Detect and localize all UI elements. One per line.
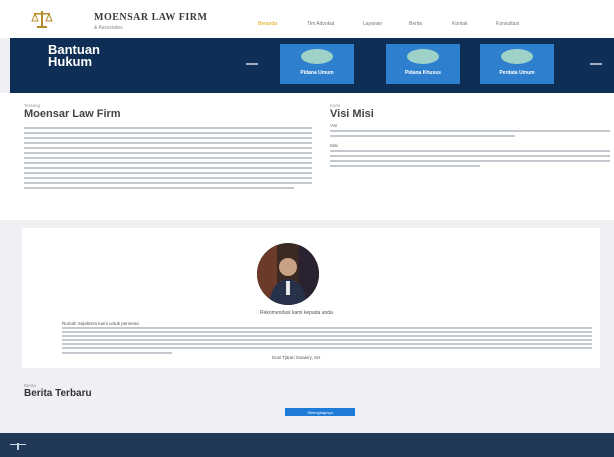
site-footer [0, 433, 614, 457]
service-card-label: Pidana Khusus [404, 70, 442, 76]
scales-of-justice-icon[interactable] [30, 8, 54, 30]
service-card-pidana-umum[interactable]: Pidana Umum [280, 44, 354, 84]
about-title: Moensar Law Firm [24, 108, 121, 120]
testimonial-quote-label: Rumah Sejahtera kami untuk perseran [62, 321, 140, 326]
site-header: MOENSAR LAW FIRM & Associates Beranda Ti… [0, 0, 614, 38]
scales-of-justice-icon [10, 443, 26, 450]
nav-layanan[interactable]: Layanan [363, 21, 382, 27]
nav-beranda[interactable]: Beranda [258, 21, 277, 27]
testimonial-author: Dosi Tjitrari Soewiry, SH [272, 355, 321, 360]
footer-logo [8, 443, 28, 453]
service-icon [407, 49, 439, 64]
lawyer-portrait-avatar [257, 243, 319, 305]
brand-tagline: & Associates [94, 25, 123, 31]
testimonial-caption: Rekomendasi kami kepada anda [260, 310, 333, 316]
arrow-left-icon[interactable] [246, 61, 258, 67]
arrow-right-icon[interactable] [590, 61, 602, 67]
service-card-perdata-umum[interactable]: Perdata Umum [480, 44, 554, 84]
news-more-button[interactable]: Selengkapnya [285, 408, 355, 416]
nav-berita[interactable]: Berita [409, 21, 422, 27]
hero-banner: Bantuan Hukum Pidana Umum Pidana Khusus … [10, 38, 614, 93]
testimonial-section: Rekomendasi kami kepada anda Rumah Sejah… [22, 228, 600, 368]
service-card-label: Pidana Umum [300, 70, 334, 76]
nav-konsultasi[interactable]: Konsultasi [496, 21, 519, 27]
service-icon [501, 49, 533, 64]
misi-label: Misi [330, 143, 338, 148]
about-section: Tentang Moensar Law Firm Kami Visi Misi … [0, 93, 614, 220]
service-icon [301, 49, 333, 64]
brand-name[interactable]: MOENSAR LAW FIRM [94, 12, 207, 23]
vision-title: Visi Misi [330, 108, 374, 120]
hero-title: Bantuan Hukum [48, 42, 100, 69]
visi-label: Visi [330, 123, 338, 128]
service-card-label: Perdata Umum [499, 70, 535, 76]
nav-kontak[interactable]: Kontak [452, 21, 468, 27]
nav-tim-advokat[interactable]: Tim Advokat [307, 21, 334, 27]
service-card-pidana-khusus[interactable]: Pidana Khusus [386, 44, 460, 84]
news-title: Berita Terbaru [24, 388, 92, 399]
